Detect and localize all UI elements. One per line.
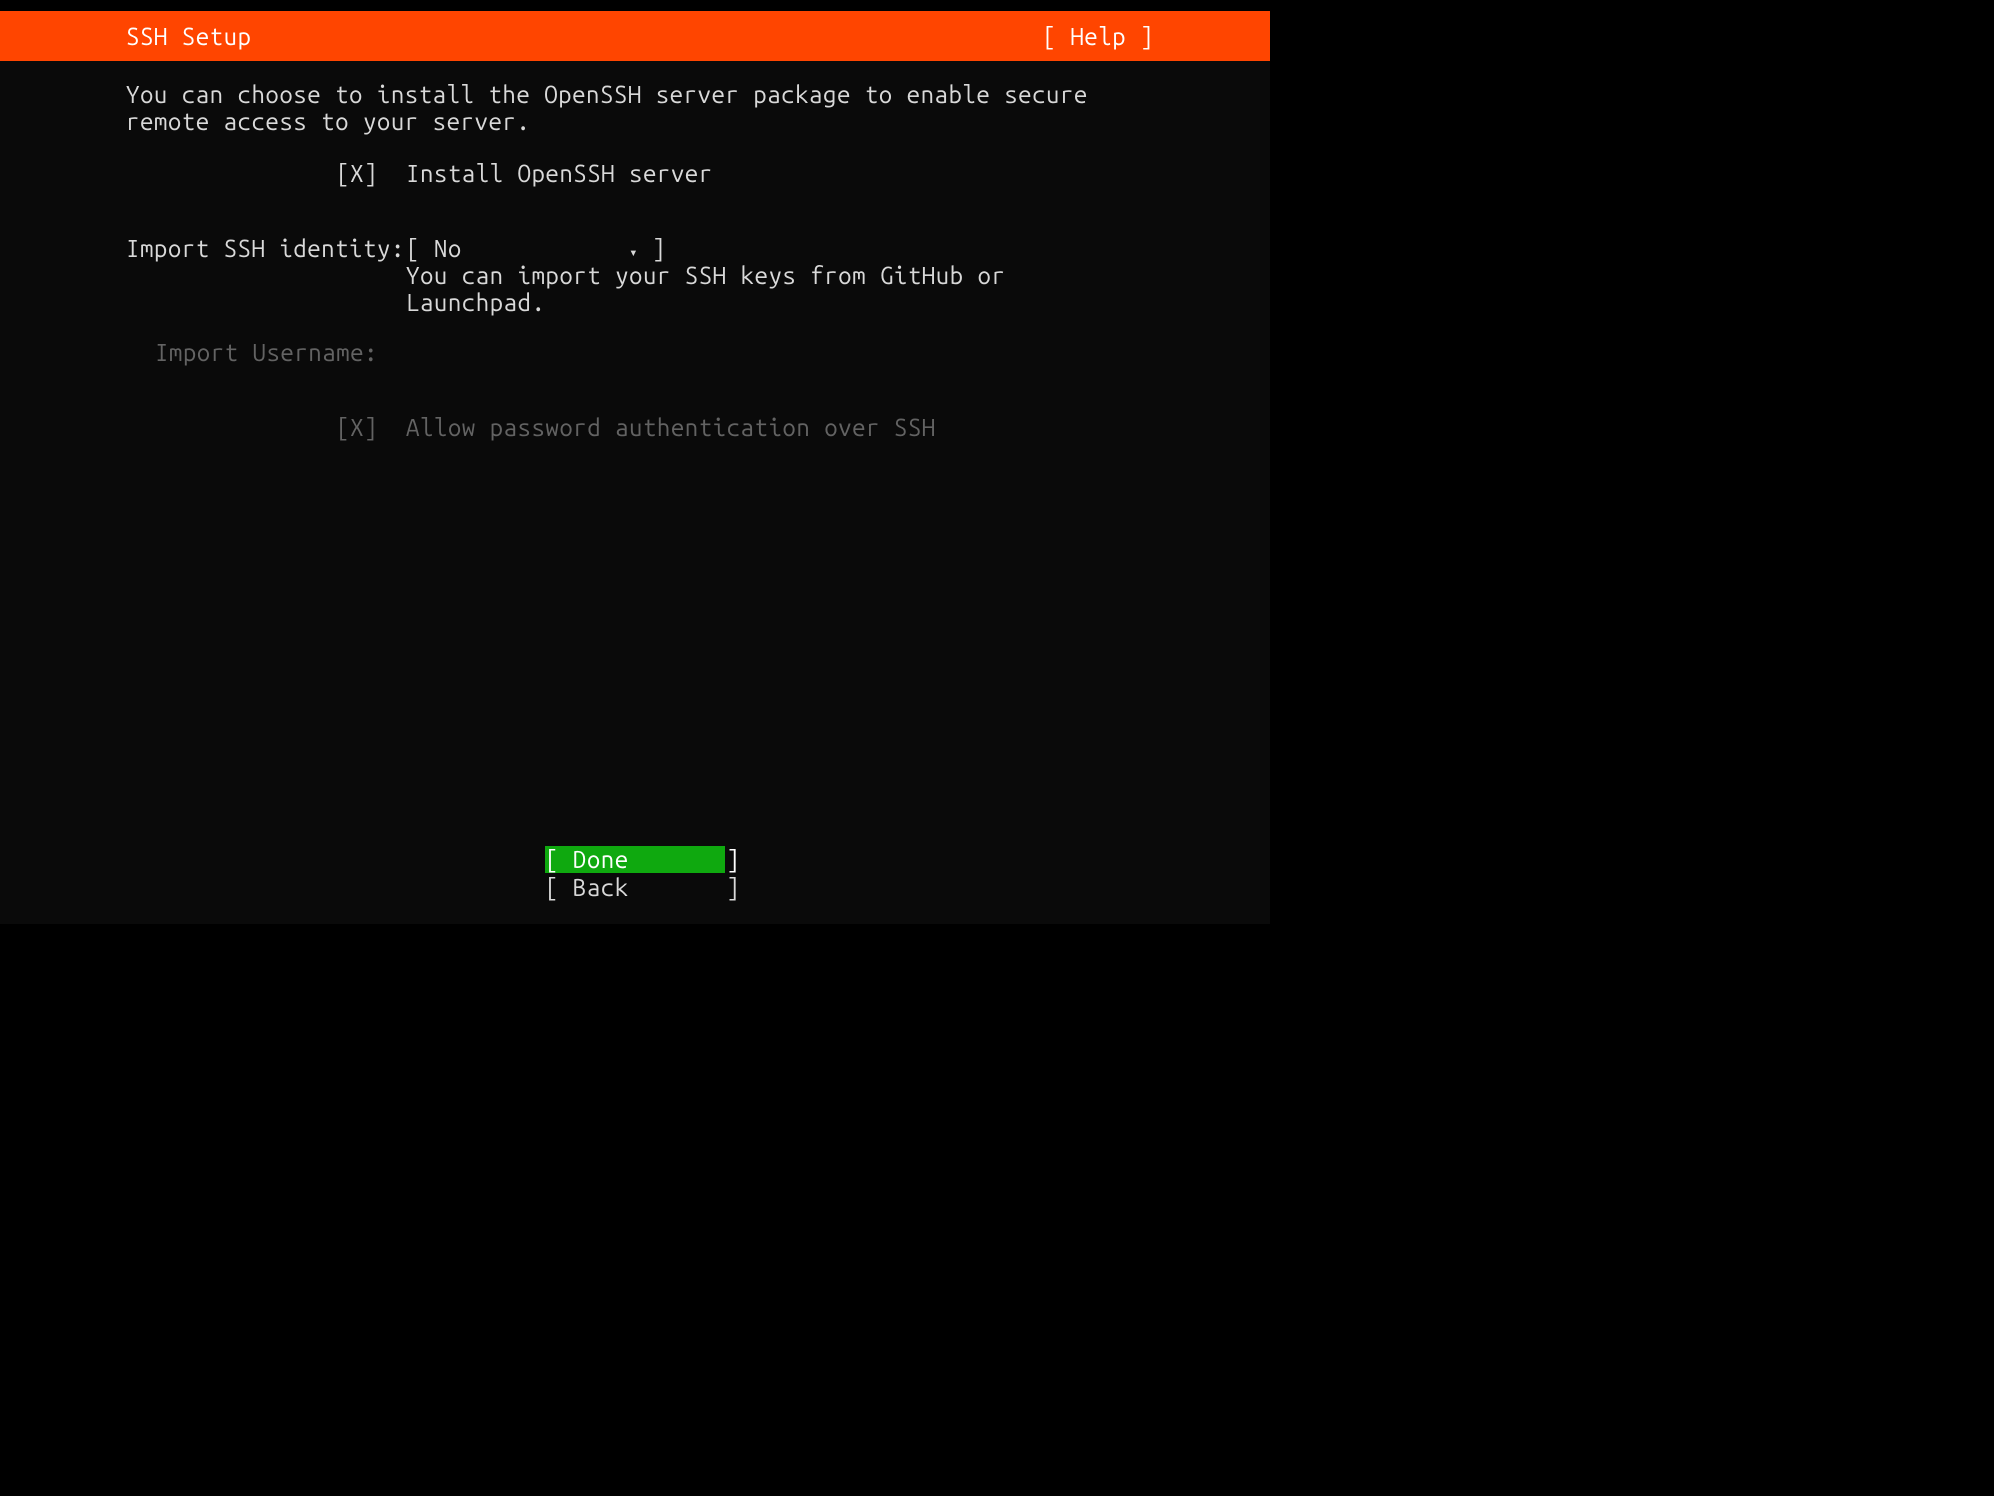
install-openssh-checkbox[interactable]: [X] (126, 160, 406, 187)
import-identity-label: Import SSH identity: (126, 235, 406, 262)
import-identity-dropdown[interactable]: [ No ▾ ] (406, 235, 1150, 262)
import-identity-help-row: You can import your SSH keys from GitHub… (126, 262, 1150, 316)
content-area: You can choose to install the OpenSSH se… (0, 61, 1270, 924)
import-username-field (406, 339, 1150, 366)
page-title: SSH Setup (126, 23, 251, 50)
install-openssh-row[interactable]: [X] Install OpenSSH server (126, 160, 1150, 187)
import-identity-row: Import SSH identity: [ No ▾ ] (126, 235, 1150, 262)
button-bar: [ Done ] [ Back ] (0, 846, 1270, 902)
allow-pwauth-checkbox: [X] (126, 414, 406, 441)
import-identity-help: You can import your SSH keys from GitHub… (406, 262, 1150, 316)
allow-pwauth-row: [X] Allow password authentication over S… (126, 414, 1150, 441)
import-username-label: Import Username: (126, 339, 406, 366)
intro-text: You can choose to install the OpenSSH se… (126, 81, 1150, 135)
help-button[interactable]: [ Help ] (1042, 23, 1154, 50)
back-button[interactable]: [ Back ] (545, 874, 725, 901)
import-username-row: Import Username: (126, 339, 1150, 366)
done-button[interactable]: [ Done ] (545, 846, 725, 873)
header-bar: SSH Setup [ Help ] (0, 11, 1270, 61)
allow-pwauth-label: Allow password authentication over SSH (406, 414, 936, 441)
chevron-down-icon: ▾ (629, 244, 638, 260)
install-openssh-label: Install OpenSSH server (406, 160, 713, 187)
